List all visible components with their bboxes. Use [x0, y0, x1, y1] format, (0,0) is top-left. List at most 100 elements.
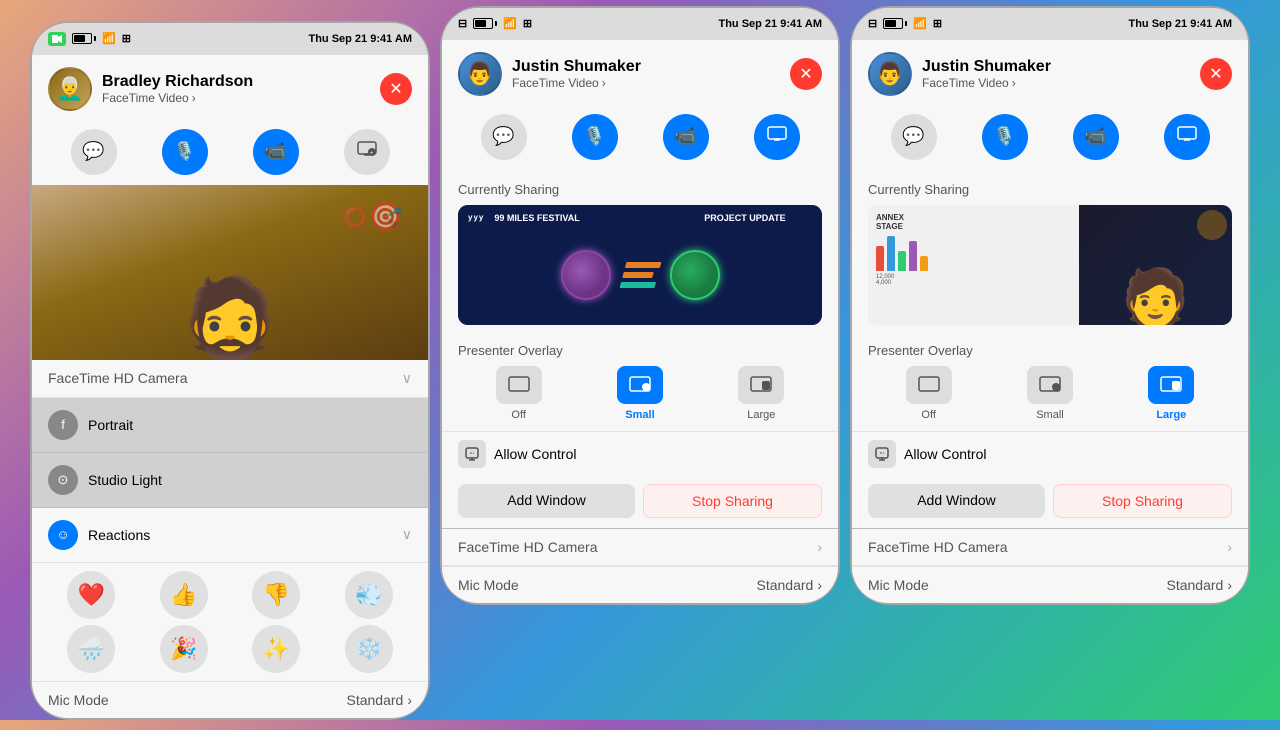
reactions-chevron: ∨ [402, 526, 412, 543]
overlay-small-label-3: Small [1036, 409, 1064, 421]
reaction-wind[interactable]: 💨 [345, 571, 393, 619]
screen-status-icon-3: ⊟ [868, 17, 877, 30]
stop-sharing-button-3[interactable]: Stop Sharing [1053, 484, 1232, 518]
overlay-large-icon-2 [738, 366, 784, 404]
reaction-confetti[interactable]: 🎉 [160, 625, 208, 673]
screen-icon-2 [767, 126, 787, 147]
action-buttons-2: Add Window Stop Sharing [442, 476, 838, 528]
mic-mode-bar-2[interactable]: Mic Mode Standard › [442, 566, 838, 603]
phone-1: 📶 ⊞ Thu Sep 21 9:41 AM 👨‍🦳 Bradley Richa… [30, 21, 430, 720]
portrait-item[interactable]: f Portrait [32, 398, 428, 453]
video-button-1[interactable]: 📹 [253, 129, 299, 175]
controls-row-1: 💬 🎙️ 📹 + [32, 119, 428, 185]
sharing-section-3: Currently Sharing ANNEXSTAGE [852, 170, 1248, 333]
screen-button-1[interactable]: + [344, 129, 390, 175]
overlay-large-label-2: Large [747, 409, 775, 421]
action-buttons-3: Add Window Stop Sharing [852, 476, 1248, 528]
video-button-2[interactable]: 📹 [663, 114, 709, 160]
camera-label-3: FaceTime HD Camera [868, 539, 1008, 555]
allow-control-2[interactable]: Allow Control [442, 431, 838, 476]
allow-control-label-3: Allow Control [904, 446, 986, 462]
mic-button-1[interactable]: 🎙️ [162, 129, 208, 175]
chat-button-1[interactable]: 💬 [71, 129, 117, 175]
reactions-grid: ❤️ 👍 👎 💨 🌧️ 🎉 ✨ ❄️ [32, 563, 428, 681]
overlay-large-label-3: Large [1156, 409, 1186, 421]
overlay-off-icon-2 [496, 366, 542, 404]
overlay-off-2[interactable]: Off [496, 366, 542, 421]
caller-name-3: Justin Shumaker [922, 58, 1051, 76]
overlay-small-2[interactable]: Small [617, 366, 663, 421]
camera-chevron-1: ∨ [402, 370, 412, 387]
overlay-small-icon-3 [1027, 366, 1073, 404]
overlay-large-3[interactable]: Large [1148, 366, 1194, 421]
overlay-off-label-2: Off [511, 409, 525, 421]
allow-control-3[interactable]: Allow Control [852, 431, 1248, 476]
wifi-icon: 📶 [102, 32, 116, 45]
currently-sharing-label-2: Currently Sharing [458, 182, 822, 197]
battery-icon-3 [883, 18, 907, 29]
reaction-thumbsdown[interactable]: 👎 [252, 571, 300, 619]
chat-button-2[interactable]: 💬 [481, 114, 527, 160]
mic-mode-chevron-1: › [407, 692, 412, 708]
camera-label-2: FaceTime HD Camera [458, 539, 598, 555]
mic-mode-bar-3[interactable]: Mic Mode Standard › [852, 566, 1248, 603]
mic-mode-value-1: Standard [347, 692, 404, 708]
camera-dropdown-2[interactable]: FaceTime HD Camera › [442, 529, 838, 566]
screen-button-3[interactable] [1164, 114, 1210, 160]
mic-mode-value-3: Standard [1167, 577, 1224, 593]
mic-button-3[interactable]: 🎙️ [982, 114, 1028, 160]
reaction-snow[interactable]: ❄️ [345, 625, 393, 673]
presenter-overlay-3: Presenter Overlay Off Small [852, 333, 1248, 431]
presenter-overlay-2: Presenter Overlay Off Small [442, 333, 838, 431]
annex-person: 🧑 [1121, 270, 1189, 325]
chat-button-3[interactable]: 💬 [891, 114, 937, 160]
reactions-label: Reactions [88, 527, 150, 543]
chat-icon-1: 💬 [82, 141, 104, 162]
studio-light-icon: ⊙ [48, 465, 78, 495]
screen-status-icon-2: ⊟ [458, 17, 467, 30]
camera-dropdown-1[interactable]: FaceTime HD Camera ∨ [32, 360, 428, 398]
festival-graphics [561, 250, 720, 300]
reaction-heart[interactable]: ❤️ [67, 571, 115, 619]
status-bar-3: ⊟ 📶 ⊞ Thu Sep 21 9:41 AM [852, 8, 1248, 40]
close-button-1[interactable]: ✕ [380, 73, 412, 105]
overlay-small-3[interactable]: Small [1027, 366, 1073, 421]
screen-icon-3 [1177, 126, 1197, 147]
caller-name-2: Justin Shumaker [512, 58, 641, 76]
portrait-label: Portrait [88, 417, 133, 433]
video-person-1: 🧔 [180, 280, 280, 360]
camera-dropdown-3[interactable]: FaceTime HD Camera › [852, 529, 1248, 566]
add-window-button-3[interactable]: Add Window [868, 484, 1045, 518]
overlay-large-2[interactable]: Large [738, 366, 784, 421]
overlay-off-label-3: Off [921, 409, 935, 421]
sharing-preview-2: yyy 99 MILES FESTIVAL PROJECT UPDATE [458, 205, 822, 325]
overlay-off-icon-3 [906, 366, 952, 404]
mic-button-2[interactable]: 🎙️ [572, 114, 618, 160]
caller-subtitle-2: FaceTime Video › [512, 76, 641, 90]
reaction-rain[interactable]: 🌧️ [67, 625, 115, 673]
mic-icon-2: 🎙️ [583, 126, 605, 147]
studio-light-item[interactable]: ⊙ Studio Light [32, 453, 428, 508]
close-button-2[interactable]: ✕ [790, 58, 822, 90]
phone-2: ⊟ 📶 ⊞ Thu Sep 21 9:41 AM 👨 [440, 6, 840, 605]
chat-icon-3: 💬 [902, 126, 924, 147]
video-button-3[interactable]: 📹 [1073, 114, 1119, 160]
mic-icon-1: 🎙️ [173, 141, 195, 162]
reaction-thumbsup[interactable]: 👍 [160, 571, 208, 619]
stop-sharing-button-2[interactable]: Stop Sharing [643, 484, 822, 518]
presenter-overlay-label-3: Presenter Overlay [868, 343, 1232, 358]
reaction-sparkle[interactable]: ✨ [252, 625, 300, 673]
screen-button-2[interactable] [754, 114, 800, 160]
overlay-large-icon-3 [1148, 366, 1194, 404]
reactions-item[interactable]: ☺ Reactions ∨ [32, 508, 428, 563]
mic-mode-bar-1[interactable]: Mic Mode Standard › [32, 681, 428, 718]
caller-subtitle-3: FaceTime Video › [922, 76, 1051, 90]
call-header-1: 👨‍🦳 Bradley Richardson FaceTime Video › … [32, 55, 428, 119]
close-button-3[interactable]: ✕ [1200, 58, 1232, 90]
avatar-3: 👨 [868, 52, 912, 96]
overlay-off-3[interactable]: Off [906, 366, 952, 421]
portrait-icon: f [48, 410, 78, 440]
chat-icon-2: 💬 [492, 126, 514, 147]
avatar-1: 👨‍🦳 [48, 67, 92, 111]
add-window-button-2[interactable]: Add Window [458, 484, 635, 518]
